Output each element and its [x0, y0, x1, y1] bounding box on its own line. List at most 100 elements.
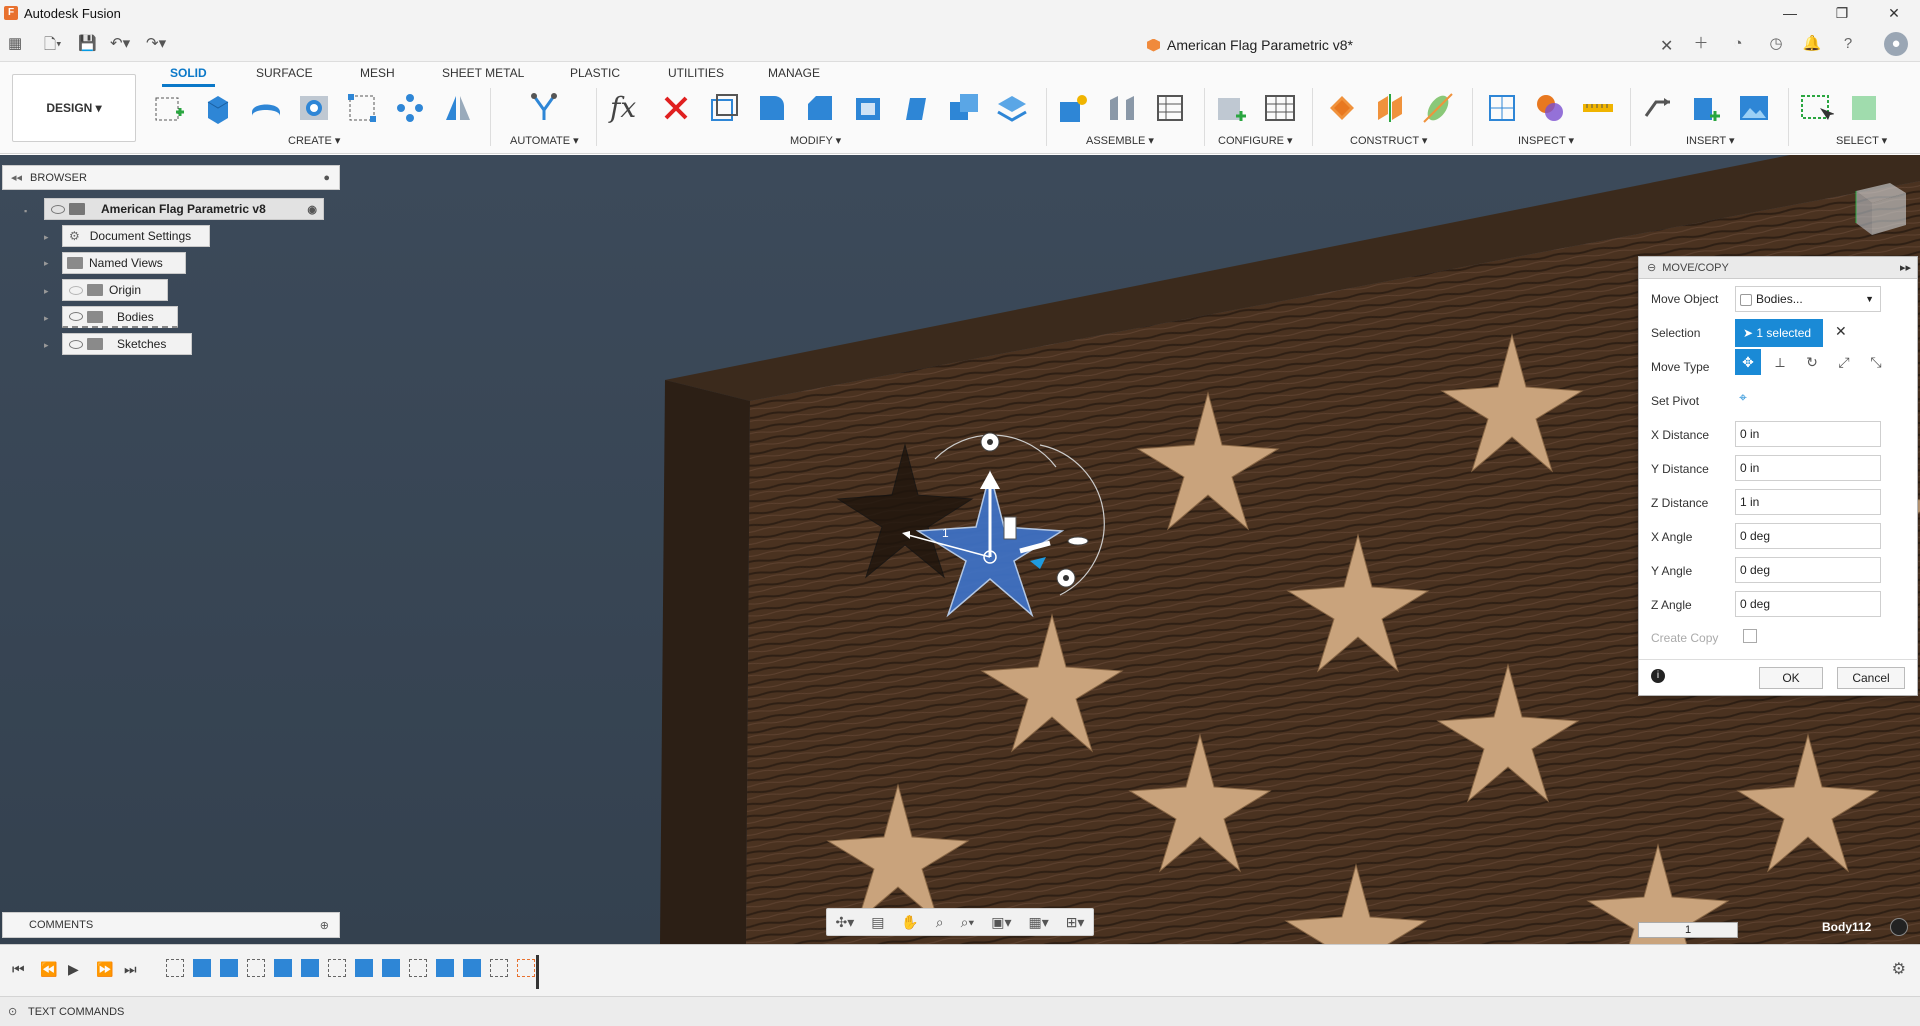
automate-menu[interactable]: AUTOMATE ▾ — [510, 134, 579, 147]
browser-item-origin[interactable]: Origin — [62, 279, 168, 301]
expand-icon[interactable]: ▸ — [44, 258, 49, 269]
clear-selection-icon[interactable]: ✕ — [1835, 323, 1847, 340]
offset-plane-icon[interactable] — [1324, 90, 1360, 126]
3d-viewport[interactable]: 1 — [0, 155, 1920, 944]
free-move-icon[interactable]: ✥ — [1735, 349, 1761, 375]
job-status-icon[interactable]: ◷ — [1764, 32, 1788, 56]
step-back-icon[interactable]: ⏪ — [40, 961, 57, 978]
z-distance-input[interactable]: 1 in — [1735, 489, 1881, 515]
hole-icon[interactable] — [296, 90, 332, 126]
text-commands-bar[interactable]: ⊙ TEXT COMMANDS — [0, 996, 1920, 1026]
ok-button[interactable]: OK — [1759, 667, 1823, 689]
tab-surface[interactable]: SURFACE — [256, 66, 313, 80]
browser-root-node[interactable]: American Flag Parametric v8 ◉ — [44, 198, 324, 220]
fillet-icon[interactable] — [754, 90, 790, 126]
close-window-button[interactable]: ✕ — [1868, 0, 1920, 26]
set-pivot-icon[interactable]: ⌖ — [1739, 389, 1747, 406]
planar-move-handle[interactable] — [1003, 516, 1017, 540]
measure-section-icon[interactable] — [1484, 90, 1520, 126]
timeline-sketch-icon[interactable] — [328, 959, 346, 977]
browser-item-sketches[interactable]: Sketches — [62, 333, 192, 355]
configure-table-icon[interactable] — [1214, 90, 1250, 126]
cancel-button[interactable]: Cancel — [1837, 667, 1905, 689]
file-menu-icon[interactable]: 🗋▾ — [44, 34, 62, 54]
browser-item-named-views[interactable]: Named Views — [62, 252, 186, 274]
bill-of-materials-icon[interactable] — [1152, 90, 1188, 126]
interference-icon[interactable] — [1532, 90, 1568, 126]
workspace-switcher-button[interactable]: DESIGN ▾ — [12, 74, 136, 142]
minimize-button[interactable]: — — [1764, 0, 1816, 26]
grid-settings-icon[interactable]: ▦▾ — [1028, 914, 1048, 931]
pan-icon[interactable]: ✋ — [901, 914, 918, 931]
help-icon[interactable]: ? — [1836, 32, 1860, 56]
expand-icon[interactable]: ▸ — [44, 286, 49, 297]
tab-mesh[interactable]: MESH — [360, 66, 395, 80]
timeline-pattern-icon[interactable] — [409, 959, 427, 977]
modify-menu[interactable]: MODIFY ▾ — [790, 134, 841, 147]
step-forward-icon[interactable]: ⏩ — [96, 961, 113, 978]
info-icon[interactable]: i — [1651, 669, 1665, 683]
close-tab-icon[interactable]: ✕ — [1660, 36, 1673, 56]
timeline-extrude-icon[interactable] — [220, 959, 238, 977]
document-tab[interactable]: American Flag Parametric v8* — [820, 30, 1680, 60]
select-menu[interactable]: SELECT ▾ — [1836, 134, 1887, 147]
zoom-icon[interactable]: ⌕ — [936, 914, 944, 931]
offset-face-icon[interactable] — [994, 90, 1030, 126]
tab-plastic[interactable]: PLASTIC — [570, 66, 620, 80]
delete-icon[interactable] — [658, 90, 694, 126]
viewports-icon[interactable]: ⊞▾ — [1066, 914, 1085, 931]
notifications-icon[interactable]: 🔔 — [1800, 32, 1824, 56]
shell-icon[interactable] — [850, 90, 886, 126]
revolve-icon[interactable] — [248, 90, 284, 126]
visibility-eye-icon[interactable] — [69, 312, 83, 321]
configure-menu[interactable]: CONFIGURE ▾ — [1218, 134, 1293, 147]
visibility-eye-icon[interactable] — [51, 204, 65, 214]
dialog-expand-icon[interactable]: ▸▸ — [1900, 261, 1911, 274]
expand-icon[interactable]: ▸ — [44, 232, 49, 243]
axis-through-cylinder-icon[interactable] — [1420, 90, 1456, 126]
point-to-position-icon[interactable]: ⤡ — [1863, 349, 1889, 375]
create-sketch-icon[interactable] — [152, 90, 188, 126]
look-at-icon[interactable]: ▤ — [871, 914, 884, 931]
fit-icon[interactable]: ⌕▾ — [961, 914, 975, 931]
timeline-extrude-icon[interactable] — [274, 959, 292, 977]
browser-header[interactable]: ◂◂ BROWSER ● — [2, 165, 340, 190]
circular-pattern-icon[interactable] — [392, 90, 428, 126]
point-to-point-icon[interactable]: ⤢ — [1831, 349, 1857, 375]
chamfer-icon[interactable] — [802, 90, 838, 126]
dialog-collapse-icon[interactable]: ⊖ — [1647, 261, 1656, 274]
go-to-end-icon[interactable]: ⏭ — [124, 961, 137, 978]
user-avatar[interactable]: ● — [1884, 32, 1908, 56]
expand-icon[interactable]: ▸ — [44, 340, 49, 351]
play-icon[interactable]: ▶ — [68, 961, 79, 978]
inspect-menu[interactable]: INSPECT ▾ — [1518, 134, 1574, 147]
timeline-sketch-icon[interactable] — [247, 959, 265, 977]
save-icon[interactable]: 💾 — [78, 34, 97, 54]
window-select-icon[interactable] — [1798, 90, 1834, 126]
text-commands-toggle-icon[interactable]: ⊙ — [8, 1005, 17, 1018]
comments-panel[interactable]: COMMENTS ⊕ — [2, 912, 340, 938]
timeline-extrude-icon[interactable] — [355, 959, 373, 977]
create-menu[interactable]: CREATE ▾ — [288, 134, 340, 147]
translate-icon[interactable]: ⟂ — [1767, 349, 1793, 375]
go-to-start-icon[interactable]: ⏮ — [12, 961, 25, 978]
orbit-icon[interactable]: ✣▾ — [835, 914, 854, 931]
rotate-handle[interactable] — [1067, 536, 1089, 546]
timeline-sketch-icon[interactable] — [517, 959, 535, 977]
timeline-extrude-icon[interactable] — [301, 959, 319, 977]
visibility-eye-icon[interactable] — [69, 339, 83, 349]
rectangular-pattern-icon[interactable] — [344, 90, 380, 126]
view-cube[interactable] — [1855, 183, 1906, 235]
parameters-fx-icon[interactable]: fx — [610, 90, 646, 126]
x-angle-input[interactable]: 0 deg — [1735, 523, 1881, 549]
z-angle-input[interactable]: 0 deg — [1735, 591, 1881, 617]
redo-icon[interactable]: ↷▾ — [146, 34, 166, 54]
mirror-icon[interactable] — [440, 90, 476, 126]
undo-icon[interactable]: ↶▾ — [110, 34, 130, 54]
configuration-rules-icon[interactable] — [1262, 90, 1298, 126]
timeline-settings-gear-icon[interactable]: ⚙ — [1892, 959, 1906, 979]
joint-icon[interactable] — [1104, 90, 1140, 126]
activate-radio-icon[interactable]: ◉ — [307, 203, 317, 216]
assemble-menu[interactable]: ASSEMBLE ▾ — [1086, 134, 1154, 147]
automate-icon[interactable] — [526, 90, 562, 126]
